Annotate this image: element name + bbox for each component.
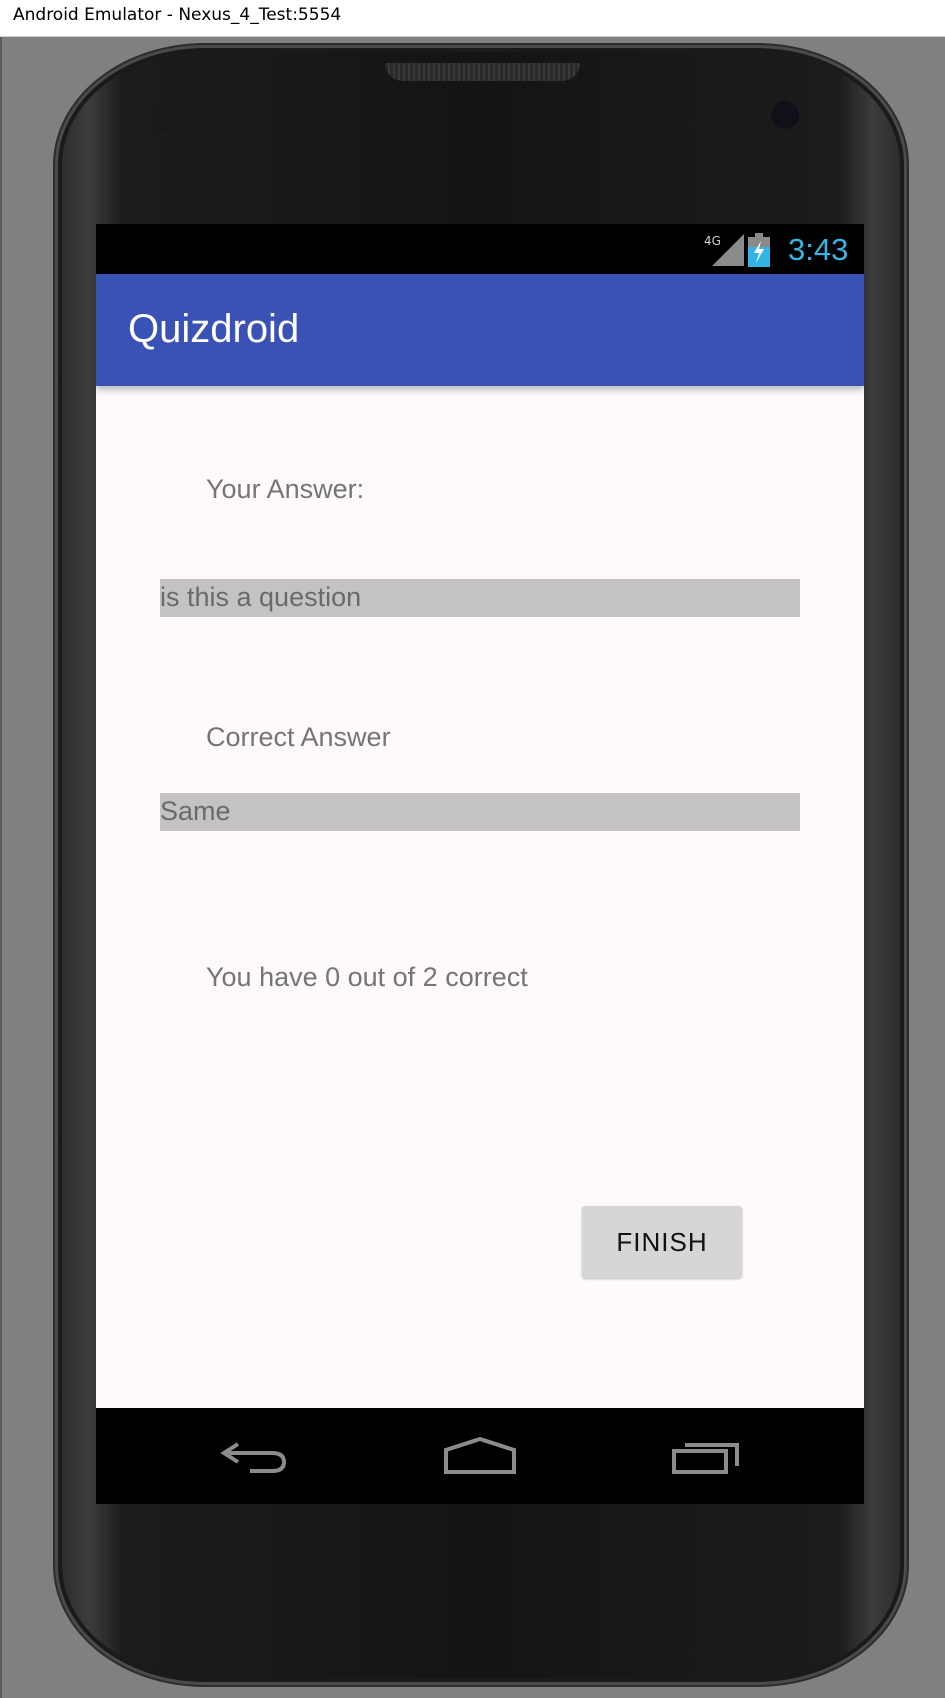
app-bar: Quizdroid bbox=[96, 274, 864, 386]
correct-answer-label: Correct Answer bbox=[206, 722, 391, 752]
score-text: You have 0 out of 2 correct bbox=[206, 962, 528, 992]
your-answer-value: is this a question bbox=[160, 582, 362, 612]
correct-answer-field: Same bbox=[160, 793, 800, 831]
correct-answer-value: Same bbox=[160, 796, 231, 826]
front-camera bbox=[771, 101, 799, 129]
app-title: Quizdroid bbox=[128, 307, 300, 351]
status-clock: 3:43 bbox=[788, 232, 849, 267]
window-title-bar: Android Emulator - Nexus_4_Test:5554 bbox=[0, 0, 945, 37]
signal-icon bbox=[712, 234, 744, 266]
your-answer-label: Your Answer: bbox=[206, 474, 365, 504]
your-answer-field: is this a question bbox=[160, 579, 800, 617]
speaker-grille bbox=[385, 63, 580, 81]
window-title: Android Emulator - Nexus_4_Test:5554 bbox=[13, 5, 342, 25]
status-bar: 4G 3:43 bbox=[96, 224, 864, 274]
window-edge bbox=[0, 37, 2, 1698]
battery-charging-icon bbox=[748, 233, 770, 267]
sensor-dot bbox=[177, 103, 205, 131]
sensor-dot bbox=[151, 103, 179, 131]
recents-icon[interactable] bbox=[671, 1436, 741, 1476]
home-icon[interactable] bbox=[443, 1436, 517, 1476]
device-screen[interactable]: 4G 3:43 Quizdroid Your Answer: is this a… bbox=[96, 224, 864, 1504]
back-icon[interactable] bbox=[220, 1436, 290, 1476]
finish-button[interactable]: FINISH bbox=[582, 1206, 742, 1278]
navigation-bar bbox=[96, 1408, 864, 1504]
